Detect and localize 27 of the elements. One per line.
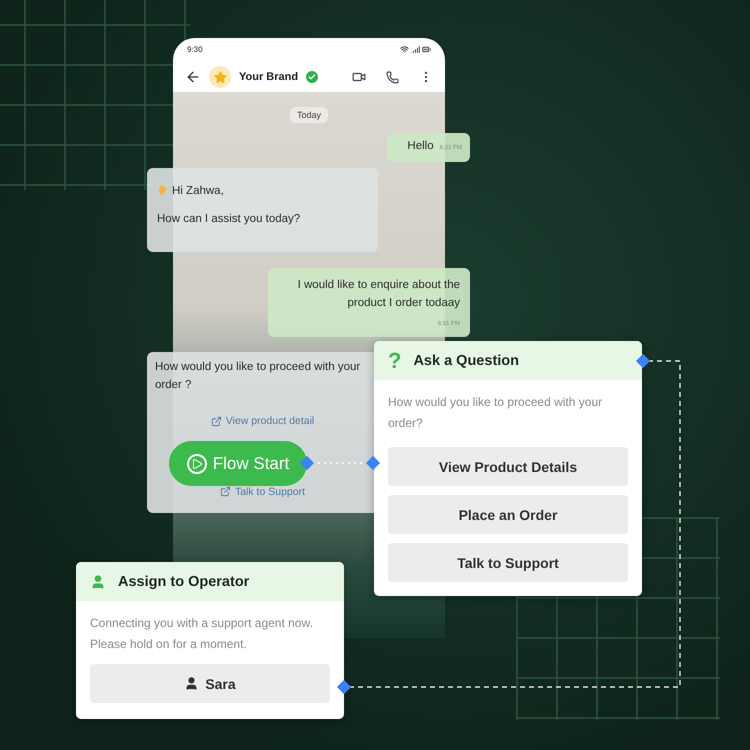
option-button[interactable]: Place an Order: [388, 495, 628, 534]
card-title: Assign to Operator: [118, 574, 250, 590]
option-button[interactable]: View Product Details: [388, 447, 628, 486]
dotted-connector-line: [312, 462, 368, 464]
back-icon[interactable]: [185, 69, 201, 85]
card-message: Connecting you with a support agent now. Please hold on for a moment.: [90, 615, 314, 653]
option-button[interactable]: Talk to Support: [388, 543, 628, 582]
person-icon: [184, 676, 200, 691]
agent-button[interactable]: Sara: [90, 664, 330, 703]
external-link-icon: [220, 486, 231, 498]
status-icons: [400, 44, 431, 54]
message-text: How would you like to proceed with your order ?: [155, 360, 362, 394]
person-icon: [90, 574, 106, 590]
message-text: How can I assist you today?: [157, 212, 302, 228]
question-icon: ?: [388, 348, 402, 374]
brand-avatar: [209, 66, 231, 88]
date-chip: Today: [290, 107, 328, 123]
card-title: Ask a Question: [413, 352, 520, 368]
video-call-icon[interactable]: [352, 70, 366, 84]
status-time: 9:30: [187, 44, 203, 54]
card-prompt: How would you like to proceed with your order?: [388, 394, 604, 432]
external-link-icon: [210, 416, 222, 427]
phone-call-icon[interactable]: [386, 70, 399, 84]
contact-name: Your Brand: [239, 71, 298, 83]
message-text: Hi Zahwa,: [157, 182, 368, 200]
message-text: I would like to enquire about the product I order todaay: [296, 278, 460, 312]
play-icon: [186, 454, 207, 474]
